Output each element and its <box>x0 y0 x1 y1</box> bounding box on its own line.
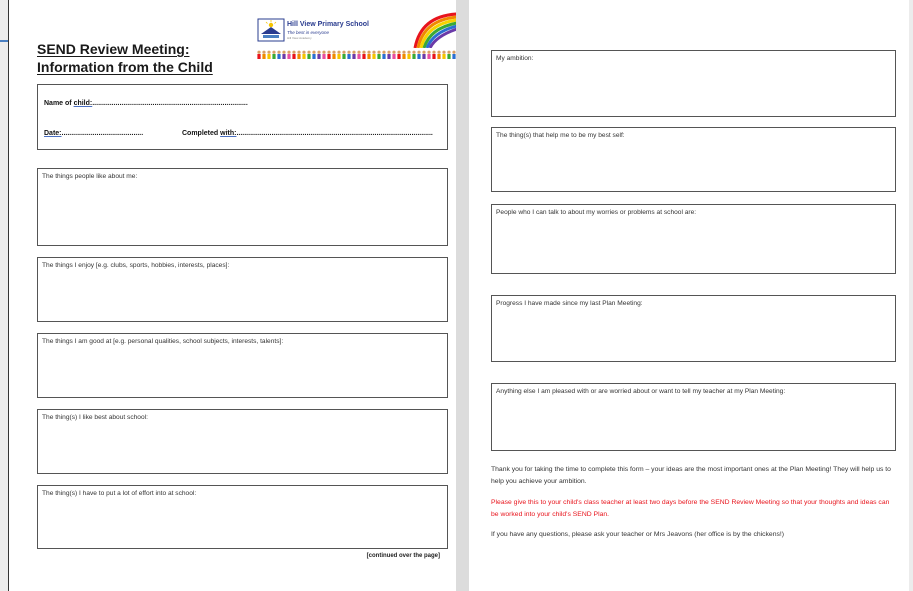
things-i-enjoy-box[interactable]: The things I enjoy [e.g. clubs, sports, … <box>37 257 448 322</box>
school-motto: The best in everyone <box>287 30 330 35</box>
continued-note: [continued over the page] <box>366 553 440 559</box>
likes-about-me-label: The things people like about me: <box>42 173 138 180</box>
effort-box[interactable]: The thing(s) I have to put a lot of effo… <box>37 485 448 549</box>
children-border-icon <box>257 50 456 59</box>
good-at-box[interactable]: The things I am good at [e.g. personal q… <box>37 333 448 398</box>
anything-else-box[interactable]: Anything else I am pleased with or are w… <box>491 383 896 451</box>
completed-with-dots: ........................................… <box>236 130 433 137</box>
school-logo-small-text: Hill View Academy <box>287 36 312 40</box>
document-page-2: My ambition: The thing(s) that help me t… <box>469 0 909 591</box>
rainbow-icon <box>413 12 456 48</box>
best-about-school-label: The thing(s) I like best about school: <box>42 414 148 421</box>
ambition-box[interactable]: My ambition: <box>491 50 896 117</box>
likes-about-me-box[interactable]: The things people like about me: <box>37 168 448 246</box>
instruction-text: Please give this to your child's class t… <box>491 499 890 519</box>
progress-box[interactable]: Progress I have made since my last Plan … <box>491 295 896 362</box>
school-name: Hill View Primary School <box>287 21 369 28</box>
date-dots: ........................................… <box>61 130 144 137</box>
page-gutter <box>455 0 469 591</box>
completed-with-label: with: <box>220 130 237 137</box>
date-label: Date: <box>44 130 62 137</box>
name-of-child-field[interactable]: Name of child:..........................… <box>44 100 248 107</box>
questions-text: If you have any questions, please ask yo… <box>491 531 785 538</box>
name-of-child-dots: ........................................… <box>92 100 248 107</box>
document-page-1: SEND Review Meeting: Information from th… <box>8 0 456 591</box>
ambition-label: My ambition: <box>496 55 534 62</box>
talk-to-box[interactable]: People who I can talk to about my worrie… <box>491 204 896 274</box>
effort-label: The thing(s) I have to put a lot of effo… <box>42 490 197 497</box>
completed-with-field[interactable]: Completed with:.........................… <box>182 130 433 137</box>
school-logo-icon <box>257 18 285 42</box>
talk-to-label: People who I can talk to about my worrie… <box>496 209 697 216</box>
best-about-school-box[interactable]: The thing(s) I like best about school: <box>37 409 448 474</box>
thank-you-text: Thank you for taking the time to complet… <box>491 466 891 486</box>
best-self-box[interactable]: The thing(s) that help me to be my best … <box>491 127 896 192</box>
best-self-label: The thing(s) that help me to be my best … <box>496 132 625 139</box>
things-i-enjoy-label: The things I enjoy [e.g. clubs, sports, … <box>42 262 230 269</box>
document-title-line1: SEND Review Meeting: <box>37 41 190 57</box>
name-of-child-label: child: <box>73 100 93 107</box>
document-title-line2: Information from the Child <box>37 59 213 75</box>
progress-label: Progress I have made since my last Plan … <box>496 300 643 307</box>
good-at-label: The things I am good at [e.g. personal q… <box>42 338 284 345</box>
date-field[interactable]: Date:...................................… <box>44 130 143 137</box>
anything-else-label: Anything else I am pleased with or are w… <box>496 388 786 395</box>
page-edge-marker <box>0 40 8 42</box>
child-details-box: Name of child:..........................… <box>37 84 448 150</box>
